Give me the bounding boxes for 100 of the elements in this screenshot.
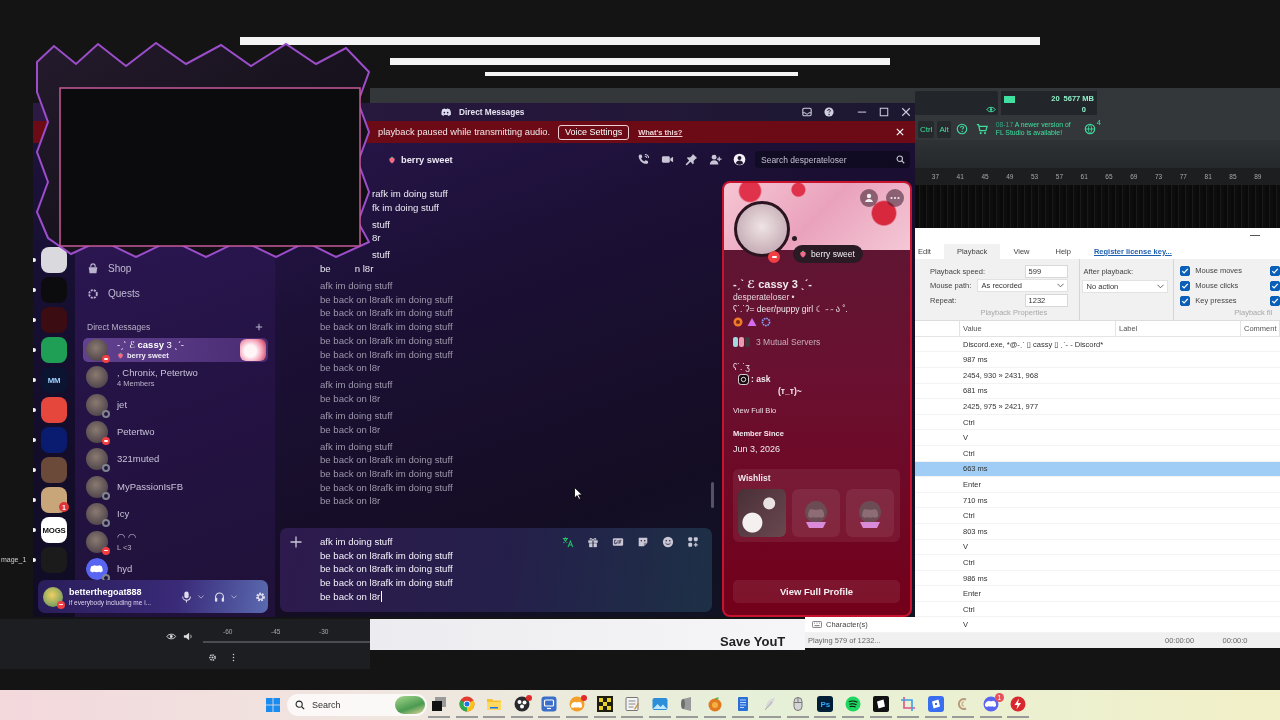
dm-item[interactable]: jet: [83, 392, 268, 417]
checkbox[interactable]: [1180, 280, 1191, 291]
cart-icon[interactable]: [975, 123, 988, 135]
more-options-icon[interactable]: [886, 189, 904, 207]
inbox-icon[interactable]: [802, 107, 812, 117]
page-heading: Save YouT: [720, 634, 786, 650]
landscape-icon: [651, 696, 668, 712]
camera-icon: [738, 373, 749, 385]
sticker-icon[interactable]: [637, 536, 649, 548]
tilted-square-icon: [927, 696, 944, 712]
message-line: be back on l8rafk im doing stuff: [320, 347, 453, 362]
crop-icon: [900, 696, 917, 712]
username: betterthegoat888: [69, 586, 143, 598]
gif-icon[interactable]: [612, 536, 624, 548]
dm-item[interactable]: MyPassionIsFB: [83, 474, 268, 499]
caret-icon[interactable]: [198, 594, 204, 599]
microphone-icon[interactable]: [181, 590, 192, 603]
eye-icon[interactable]: [986, 106, 996, 113]
controller-icon: [982, 696, 999, 712]
message-line: be back on l8r: [320, 494, 381, 508]
checkbox[interactable]: [1270, 280, 1280, 291]
nav-item[interactable]: Shop: [75, 256, 275, 281]
display-name: -ˏˋ ℰ cassy 3 ˎˊ-: [733, 277, 812, 291]
voice-settings-button[interactable]: Voice Settings: [558, 124, 630, 140]
translate-icon[interactable]: [562, 536, 574, 548]
taskbar-app[interactable]: Ps: [814, 692, 837, 718]
settings-icon[interactable]: [208, 653, 217, 662]
search-icon: [295, 700, 305, 710]
controller-logo-icon: [440, 107, 452, 117]
checkbox[interactable]: [1270, 295, 1280, 306]
dm-name: Icy: [117, 508, 130, 521]
user-profile-icon[interactable]: [733, 153, 746, 166]
dm-name: hyd: [117, 562, 133, 575]
start-button[interactable]: [265, 697, 281, 713]
message-line: be back on l8rafk im doing stuff: [320, 480, 453, 495]
checkbox[interactable]: [1270, 265, 1280, 276]
dm-name: ◠ ◠: [117, 531, 137, 544]
triangle-badge-icon: [747, 317, 757, 327]
key-button[interactable]: Alt: [937, 120, 951, 138]
message-field[interactable]: afk im doing stuff be back on l8rafk im doing stuff be back on l8rafk im doing stuff be back on l8rafk im doing stuff be back on l8r: [280, 528, 712, 612]
close-icon[interactable]: [901, 107, 911, 117]
message-line: afk im doing stuff: [320, 439, 393, 454]
server-button[interactable]: [41, 487, 67, 513]
gift-icon[interactable]: [587, 536, 599, 548]
pin-icon[interactable]: [685, 153, 698, 166]
add-friend-icon[interactable]: [709, 153, 722, 166]
avatar-item-icon[interactable]: [846, 489, 894, 537]
notepad-icon: [624, 696, 641, 712]
app-logo: Ps: [817, 696, 834, 712]
dm-item[interactable]: Icy: [83, 502, 268, 526]
caret-icon[interactable]: [231, 594, 237, 599]
settings-icon[interactable]: [255, 590, 266, 603]
status-text: berry sweet: [811, 249, 855, 259]
dm-item[interactable]: 321muted: [83, 447, 268, 472]
dm-name: jet: [117, 398, 128, 411]
emoji-icon[interactable]: [662, 536, 674, 548]
chevron-down-icon: [1156, 283, 1164, 289]
server-button[interactable]: [41, 337, 67, 363]
message-line: stuff: [372, 248, 390, 263]
help-icon[interactable]: [824, 107, 834, 117]
video-camera-icon[interactable]: [661, 153, 674, 166]
message-line: fk im doing stuff: [372, 200, 439, 215]
search-field[interactable]: Search desperateloser: [755, 151, 910, 168]
globe-icon[interactable]: [1083, 123, 1096, 135]
wishlist-title: Wishlist: [738, 473, 772, 484]
level-block-icon: [1004, 95, 1015, 103]
strawberry-emoji-icon: [799, 250, 807, 258]
help-icon[interactable]: [955, 123, 968, 135]
avatar-item-icon[interactable]: [792, 489, 840, 537]
phone-call-icon[interactable]: [637, 153, 650, 166]
plus-icon[interactable]: [255, 323, 263, 331]
scrollbar-thumb[interactable]: [711, 482, 714, 508]
message-line: afk im doing stuff: [320, 408, 393, 423]
tilted-square-icon: [872, 696, 889, 712]
nav-item[interactable]: Quests: [75, 281, 275, 306]
search-highlight-picture: [395, 696, 425, 714]
search-field[interactable]: Search: [287, 694, 427, 716]
profile-tagline: ʕ˙.˙ʔ= deer/puppy girl ☾ ˶ ˶ ა ˚.: [733, 303, 848, 315]
checkbox[interactable]: [1180, 295, 1191, 306]
sound-waves-icon: [844, 696, 861, 712]
item-photo-placeholder[interactable]: [738, 489, 786, 537]
thought-dot-icon: [792, 236, 797, 241]
speaker-icon[interactable]: [182, 632, 193, 641]
minimize-icon[interactable]: [1250, 234, 1260, 237]
maximize-icon[interactable]: [879, 107, 889, 117]
plus-icon[interactable]: [290, 536, 302, 548]
checkbox[interactable]: [1180, 265, 1191, 276]
key-button[interactable]: Ctrl: [918, 120, 935, 138]
dm-item[interactable]: Petertwo: [83, 420, 268, 444]
chevron-down-icon: [1056, 283, 1064, 289]
message-line: be back on l8r: [320, 361, 381, 375]
monitor-icon: [541, 696, 558, 712]
view-profile-button[interactable]: View Full Profile: [733, 580, 900, 603]
person-icon[interactable]: [860, 189, 878, 207]
apps-icon[interactable]: [687, 536, 699, 548]
mutual-servers-link[interactable]: 3 Mutual Servers: [756, 337, 821, 347]
eye-icon[interactable]: [166, 633, 177, 640]
headphones-icon[interactable]: [214, 590, 225, 603]
dm-name: 321muted: [117, 453, 160, 466]
server-button[interactable]: [41, 247, 67, 273]
